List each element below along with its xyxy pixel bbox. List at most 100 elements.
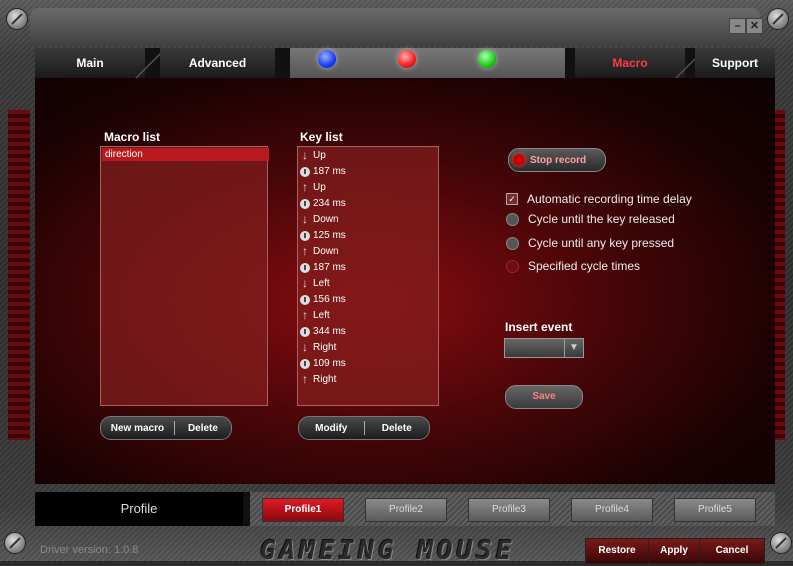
checkbox-checked-icon[interactable]: ✓ — [506, 193, 518, 205]
save-button[interactable]: Save — [505, 385, 583, 409]
tab-advanced[interactable]: Advanced — [160, 48, 275, 78]
key-list-item[interactable]: 187 ms — [300, 164, 346, 179]
key-list-item-label: Right — [313, 374, 337, 385]
tab-macro[interactable]: Macro — [575, 48, 685, 78]
macro-button-group: New macro Delete — [100, 416, 232, 440]
specified-cycle-radio[interactable]: Specified cycle times — [506, 259, 640, 273]
profile5-button[interactable]: Profile5 — [674, 498, 756, 522]
timer-icon — [300, 166, 310, 177]
stop-record-button[interactable]: Stop record — [508, 148, 606, 172]
key-list-item-label: 125 ms — [313, 230, 346, 241]
screw-icon — [6, 8, 28, 30]
cancel-button[interactable]: Cancel — [699, 538, 765, 564]
key-list-item-label: 156 ms — [313, 294, 346, 305]
key-listbox[interactable]: ↓ Up 187 ms ↑ Up 234 ms ↓ Down 125 ms ↑ Down 187 ms… — [297, 146, 439, 406]
key-list-item-label: Down — [313, 246, 339, 257]
led-panel — [290, 48, 565, 78]
stop-record-label: Stop record — [530, 154, 587, 166]
minimize-button[interactable]: – — [729, 18, 746, 34]
key-list-item-label: Left — [313, 310, 330, 321]
key-list-item[interactable]: 125 ms — [300, 228, 346, 243]
auto-delay-checkbox[interactable]: ✓ Automatic recording time delay — [506, 192, 692, 206]
key-list-item[interactable]: 187 ms — [300, 260, 346, 275]
title-bar — [30, 8, 760, 46]
macro-list-title: Macro list — [104, 130, 161, 144]
tab-support[interactable]: Support — [695, 48, 775, 78]
key-list-item[interactable]: 234 ms — [300, 196, 346, 211]
key-button-group: Modify Delete — [298, 416, 430, 440]
key-list-item[interactable]: 156 ms — [300, 292, 346, 307]
timer-icon — [300, 198, 310, 209]
up-arrow-icon: ↑ — [302, 308, 308, 322]
cycle-key-released-radio[interactable]: Cycle until the key released — [506, 212, 675, 226]
profile4-button[interactable]: Profile4 — [571, 498, 653, 522]
delete-key-button[interactable]: Delete — [365, 423, 430, 434]
delete-macro-button[interactable]: Delete — [175, 423, 231, 434]
red-led-icon — [398, 50, 416, 68]
profile-bar: Profile Profile1 Profile2 Profile3 Profi… — [35, 492, 775, 526]
insert-event-dropdown[interactable]: ▼ — [504, 338, 584, 358]
profile2-button[interactable]: Profile2 — [365, 498, 447, 522]
key-list-item[interactable]: 344 ms — [300, 324, 346, 339]
key-list-item-label: 187 ms — [313, 166, 346, 177]
key-list-item-label: 234 ms — [313, 198, 346, 209]
option-label: Cycle until the key released — [528, 212, 675, 226]
macro-list-item[interactable]: direction — [102, 148, 269, 161]
key-list-item-label: Right — [313, 342, 337, 353]
down-arrow-icon: ↓ — [302, 276, 308, 290]
restore-button[interactable]: Restore — [585, 538, 649, 564]
key-list-item[interactable]: ↑ Left — [300, 308, 330, 323]
modify-key-button[interactable]: Modify — [299, 423, 364, 434]
macro-listbox[interactable]: direction — [100, 146, 269, 406]
key-list-item[interactable]: ↑ Right — [300, 372, 336, 387]
side-decoration — [8, 110, 30, 440]
profile-label: Profile — [35, 492, 243, 526]
key-list-item[interactable]: 109 ms — [300, 356, 346, 371]
key-list-item[interactable]: ↑ Up — [300, 180, 326, 195]
key-list-item-label: Up — [313, 150, 326, 161]
footer-bar: Driver version: 1.0.8 GAMEING MOUSE Rest… — [0, 530, 793, 566]
radio-icon[interactable] — [506, 236, 519, 250]
record-icon — [513, 154, 525, 166]
key-list-item-label: 187 ms — [313, 262, 346, 273]
radio-selected-icon[interactable] — [506, 259, 519, 273]
down-arrow-icon: ↓ — [302, 148, 308, 162]
key-list-item[interactable]: ↓ Up — [300, 148, 326, 163]
radio-icon[interactable] — [506, 212, 519, 226]
down-arrow-icon: ↓ — [302, 340, 308, 354]
timer-icon — [300, 294, 310, 305]
timer-icon — [300, 230, 310, 241]
timer-icon — [300, 358, 310, 369]
option-label: Specified cycle times — [528, 259, 641, 273]
profile1-button[interactable]: Profile1 — [262, 498, 344, 522]
cycle-any-key-radio[interactable]: Cycle until any key pressed — [506, 236, 674, 250]
apply-button[interactable]: Apply — [648, 538, 700, 564]
up-arrow-icon: ↑ — [302, 244, 308, 258]
close-button[interactable]: ✕ — [746, 18, 763, 34]
key-list-item-label: 344 ms — [313, 326, 346, 337]
new-macro-button[interactable]: New macro — [101, 423, 174, 434]
green-led-icon — [478, 50, 496, 68]
key-list-item-label: Down — [313, 214, 339, 225]
key-list-item[interactable]: ↓ Down — [300, 212, 339, 227]
key-list-item[interactable]: ↓ Right — [300, 340, 336, 355]
key-list-item[interactable]: ↑ Down — [300, 244, 339, 259]
screw-icon — [767, 8, 789, 30]
down-arrow-icon: ↓ — [302, 212, 308, 226]
driver-version: Driver version: 1.0.8 — [40, 544, 139, 556]
key-list-item[interactable]: ↓ Left — [300, 276, 330, 291]
insert-event-label: Insert event — [505, 320, 573, 334]
key-list-item-label: 109 ms — [313, 358, 346, 369]
option-label: Cycle until any key pressed — [528, 236, 675, 250]
blue-led-icon — [318, 50, 336, 68]
top-tab-bar: Main Advanced Macro Support — [35, 48, 775, 78]
timer-icon — [300, 326, 310, 337]
profile-buttons: Profile1 Profile2 Profile3 Profile4 Prof… — [250, 492, 775, 526]
key-list-item-label: Up — [313, 182, 326, 193]
chevron-down-icon[interactable]: ▼ — [564, 339, 583, 357]
tab-main[interactable]: Main — [35, 48, 145, 78]
up-arrow-icon: ↑ — [302, 180, 308, 194]
brand-logo: GAMEING MOUSE — [260, 536, 516, 566]
up-arrow-icon: ↑ — [302, 372, 308, 386]
profile3-button[interactable]: Profile3 — [468, 498, 550, 522]
